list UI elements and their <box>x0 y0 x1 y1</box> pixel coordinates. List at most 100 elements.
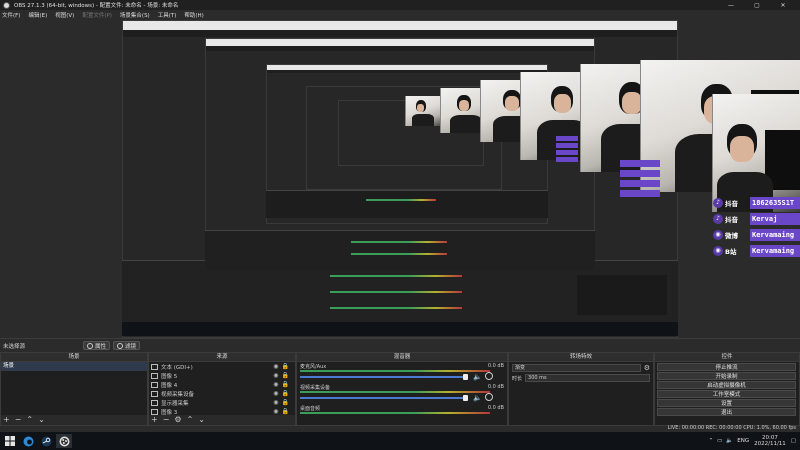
source-item[interactable]: 图像 4 ◉🔒 <box>149 380 295 389</box>
nested-dock-row <box>205 230 595 270</box>
duration-label: 时长 <box>512 375 523 382</box>
weibo-icon: ◉ <box>713 230 723 240</box>
image-icon <box>151 408 158 415</box>
speaker-icon[interactable]: 🔈 <box>726 438 733 444</box>
visibility-lock-icons[interactable]: ◉🔒 <box>273 363 292 370</box>
add-source-button[interactable]: + <box>151 416 158 424</box>
menu-profile[interactable]: 配置文件(P) <box>82 11 112 19</box>
camera-icon <box>151 390 158 397</box>
taskbar: ⌃ ▭ 🔈 ENG 20:07 2022/11/11 ▢ <box>0 432 800 450</box>
network-icon[interactable]: ▭ <box>717 438 722 444</box>
nested-dock-row <box>266 190 548 218</box>
move-down-button[interactable]: ⌄ <box>198 416 205 424</box>
volume-slider-handle[interactable] <box>463 374 468 380</box>
start-recording-button[interactable]: 开始录制 <box>657 372 796 380</box>
transitions-dock-title: 转场特效 <box>509 353 653 362</box>
edge-browser-icon[interactable] <box>20 434 36 448</box>
text-icon <box>151 363 158 370</box>
douyin-icon: ♪ <box>713 214 723 224</box>
source-item[interactable]: 视频采集设备 ◉🔒 <box>149 389 295 398</box>
steam-icon[interactable] <box>38 434 54 448</box>
gear-icon[interactable] <box>485 393 493 401</box>
maximize-button[interactable]: ▢ <box>744 2 770 9</box>
menu-scene-collection[interactable]: 场景集合(S) <box>120 11 150 19</box>
window-title: OBS 27.1.3 (64-bit, windows) - 配置文件: 未命名… <box>14 3 179 9</box>
transition-type-select[interactable]: 渐变 <box>512 364 641 372</box>
visibility-lock-icons[interactable]: ◉🔒 <box>273 381 292 388</box>
properties-button[interactable]: 属性 <box>83 341 111 350</box>
obs-logo-icon <box>3 1 10 9</box>
visibility-lock-icons[interactable]: ◉🔒 <box>273 372 292 379</box>
sources-dock: 来源 文本 (GDI+) ◉🔒 图像 5 ◉🔒 图像 4 ◉🔒 视频采集设备 ◉🔒 显示… <box>148 352 296 426</box>
remove-scene-button[interactable]: − <box>15 416 22 424</box>
system-tray: ⌃ ▭ 🔈 ENG 20:07 2022/11/11 ▢ <box>709 433 796 449</box>
visibility-lock-icons[interactable]: ◉🔒 <box>273 399 292 406</box>
move-up-button[interactable]: ⌃ <box>187 416 194 424</box>
visibility-lock-icons[interactable]: ◉🔒 <box>273 390 292 397</box>
transitions-dock: 转场特效 渐变 ⚙ 时长 300 ms <box>508 352 654 426</box>
source-toolbar: 未选择源 属性 滤镜 <box>0 338 800 352</box>
visibility-lock-icons[interactable]: ◉🔒 <box>273 408 292 415</box>
source-item[interactable]: 图像 5 ◉🔒 <box>149 371 295 380</box>
obs-taskbar-icon[interactable] <box>56 434 72 448</box>
settings-button[interactable]: 设置 <box>657 399 796 407</box>
transition-duration-row: 时长 300 ms <box>512 374 650 382</box>
exit-button[interactable]: 退出 <box>657 408 796 416</box>
duration-input[interactable]: 300 ms <box>525 374 650 382</box>
notification-icon[interactable]: ▢ <box>791 438 796 444</box>
monitor-icon <box>151 399 158 406</box>
sources-dock-footer: + − ⚙ ⌃ ⌄ <box>149 415 295 425</box>
scenes-dock-footer: + − ⌃ ⌄ <box>1 415 147 425</box>
nested-social-strips <box>556 136 578 166</box>
add-scene-button[interactable]: + <box>3 416 10 424</box>
image-icon <box>151 381 158 388</box>
speaker-icon[interactable]: 🔈 <box>473 373 482 381</box>
scene-list-item[interactable]: 场景 <box>1 362 147 371</box>
controls-dock-title: 控件 <box>655 353 799 362</box>
mixer-channel-video-capture: 视频采集设备 0.0 dB 🔈 <box>300 384 504 402</box>
speaker-icon[interactable]: 🔈 <box>473 394 482 402</box>
volume-slider[interactable] <box>300 376 465 378</box>
social-row-weibo: ◉ 微博 Kervamaing <box>710 228 800 242</box>
menu-file[interactable]: 文件(F) <box>2 11 20 19</box>
menu-view[interactable]: 视图(V) <box>55 11 74 19</box>
stop-streaming-button[interactable]: 停止推流 <box>657 363 796 371</box>
menu-help[interactable]: 帮助(H) <box>184 11 203 19</box>
source-settings-button[interactable]: ⚙ <box>174 416 181 424</box>
gear-icon[interactable] <box>485 372 493 380</box>
window-controls: — ▢ ✕ <box>718 0 796 10</box>
image-icon <box>151 372 158 379</box>
menu-tools[interactable]: 工具(T) <box>158 11 177 19</box>
move-down-button[interactable]: ⌄ <box>38 416 45 424</box>
language-indicator[interactable]: ENG <box>737 438 749 444</box>
social-row-douyin: ♪ 抖音 1862635S1T <box>710 196 800 210</box>
source-item[interactable]: 文本 (GDI+) ◉🔒 <box>149 362 295 371</box>
preview-canvas[interactable]: ♪ 抖音 1862635S1T ♪ 抖音 Kervaj ◉ 微博 Kervama… <box>0 20 800 338</box>
gear-icon[interactable]: ⚙ <box>644 364 650 372</box>
no-source-selected-label: 未选择源 <box>3 343 26 350</box>
filters-button[interactable]: 滤镜 <box>113 341 141 350</box>
title-bar: OBS 27.1.3 (64-bit, windows) - 配置文件: 未命名… <box>0 0 800 10</box>
audio-level-meter <box>300 391 490 393</box>
audio-mixer-dock: 混音器 麦克风/Aux 0.0 dB 🔈 视频采集设备 0.0 dB 🔈 桌面音… <box>296 352 508 426</box>
volume-slider[interactable] <box>300 397 465 399</box>
volume-slider-handle[interactable] <box>463 395 468 401</box>
start-virtual-camera-button[interactable]: 启动虚拟摄像机 <box>657 381 796 389</box>
minimize-button[interactable]: — <box>718 2 744 9</box>
webcam-image-overlay <box>712 94 800 212</box>
sources-dock-title: 来源 <box>149 353 295 362</box>
menu-edit[interactable]: 编辑(E) <box>28 11 47 19</box>
mixer-dock-title: 混音器 <box>297 353 507 362</box>
clock[interactable]: 20:07 2022/11/11 <box>754 435 786 447</box>
webcam-image <box>405 96 445 126</box>
remove-source-button[interactable]: − <box>163 416 170 424</box>
source-item[interactable]: 显示器采集 ◉🔒 <box>149 398 295 407</box>
close-button[interactable]: ✕ <box>770 2 796 9</box>
move-up-button[interactable]: ⌃ <box>26 416 33 424</box>
social-row-bilibili: ◉ B站 Kervamaing <box>710 244 800 258</box>
chevron-up-icon[interactable]: ⌃ <box>709 438 714 444</box>
bilibili-icon: ◉ <box>713 246 723 256</box>
windows-start-icon[interactable] <box>2 434 18 448</box>
studio-mode-button[interactable]: 工作室模式 <box>657 390 796 398</box>
audio-level-meter <box>300 370 490 372</box>
